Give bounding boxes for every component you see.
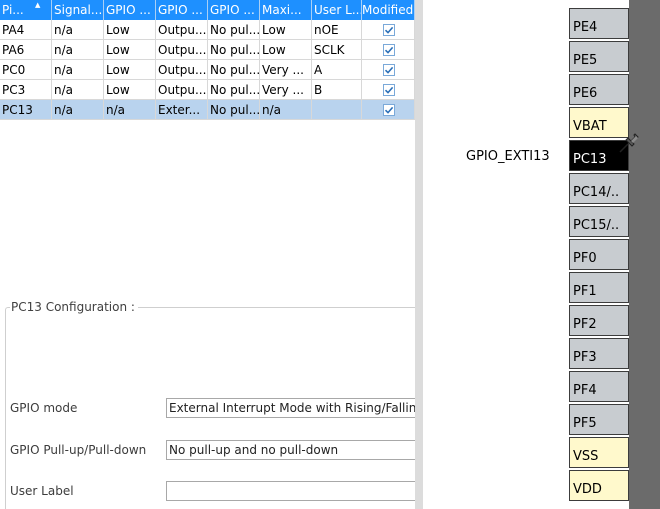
pushpin-icon: [619, 133, 639, 153]
pin-pe4[interactable]: PE4: [569, 8, 629, 39]
table-header: Pi... ▲ Signal... GPIO ... GPIO ... GPIO…: [0, 0, 415, 20]
column-header-pin[interactable]: Pi... ▲: [0, 0, 52, 20]
chip-body: [629, 0, 660, 509]
cell-modified: [362, 40, 415, 60]
cell-pin: PC3: [0, 80, 52, 100]
sort-ascending-icon: ▲: [35, 1, 41, 9]
column-header-signal[interactable]: Signal...: [52, 0, 104, 20]
cell-signal: n/a: [52, 20, 104, 40]
column-header-modified[interactable]: Modified: [362, 0, 415, 20]
pin-vss[interactable]: VSS: [569, 437, 629, 468]
cell-pull: No pul...: [208, 60, 260, 80]
pin-pf5[interactable]: PF5: [569, 404, 629, 435]
pin-vdd[interactable]: VDD: [569, 470, 629, 501]
cell-pull: No pul...: [208, 80, 260, 100]
cell-user-label: B: [312, 80, 362, 100]
pin-pf2[interactable]: PF2: [569, 305, 629, 336]
pin-pe6[interactable]: PE6: [569, 74, 629, 105]
cell-output-level: Low: [104, 60, 156, 80]
pin-pf1[interactable]: PF1: [569, 272, 629, 303]
cell-user-label: A: [312, 60, 362, 80]
cell-user-label: nOE: [312, 20, 362, 40]
column-header-gpio-mode[interactable]: GPIO ...: [156, 0, 208, 20]
column-header-gpio-output-level[interactable]: GPIO ...: [104, 0, 156, 20]
check-icon: [384, 66, 394, 74]
gpio-pull-label: GPIO Pull-up/Pull-down: [10, 443, 147, 457]
pin-pf4[interactable]: PF4: [569, 371, 629, 402]
cell-max-speed: Very ...: [260, 80, 312, 100]
modified-checkbox[interactable]: [383, 44, 395, 56]
pin-pc15[interactable]: PC15/..: [569, 206, 629, 237]
check-icon: [384, 46, 394, 54]
cell-user-label: [312, 100, 362, 120]
pin-pf3[interactable]: PF3: [569, 338, 629, 369]
check-icon: [384, 86, 394, 94]
cell-signal: n/a: [52, 80, 104, 100]
column-header-label: Pi...: [2, 3, 24, 17]
cell-mode: Outpu...: [156, 60, 208, 80]
cell-signal: n/a: [52, 100, 104, 120]
cell-mode: Outpu...: [156, 80, 208, 100]
gpio-pull-select[interactable]: No pull-up and no pull-down: [166, 440, 415, 460]
modified-checkbox[interactable]: [383, 84, 395, 96]
modified-checkbox[interactable]: [383, 64, 395, 76]
modified-checkbox[interactable]: [383, 24, 395, 36]
table-row[interactable]: PC0 n/a Low Outpu... No pul... Very ... …: [0, 60, 415, 80]
table-row[interactable]: PA4 n/a Low Outpu... No pul... Low nOE: [0, 20, 415, 40]
panel-splitter[interactable]: [415, 0, 423, 509]
cell-modified: [362, 20, 415, 40]
cell-pin: PA6: [0, 40, 52, 60]
cell-max-speed: Low: [260, 40, 312, 60]
cell-max-speed: n/a: [260, 100, 312, 120]
cell-mode: Exter...: [156, 100, 208, 120]
pin-pe5[interactable]: PE5: [569, 41, 629, 72]
gpio-mode-label: GPIO mode: [10, 401, 78, 415]
cell-pin: PC13: [0, 100, 52, 120]
check-icon: [384, 106, 394, 114]
cell-output-level: Low: [104, 20, 156, 40]
column-header-gpio-pull[interactable]: GPIO ...: [208, 0, 260, 20]
pin-pc14[interactable]: PC14/..: [569, 173, 629, 204]
cell-mode: Outpu...: [156, 40, 208, 60]
table-row[interactable]: PA6 n/a Low Outpu... No pul... Low SCLK: [0, 40, 415, 60]
cell-user-label: SCLK: [312, 40, 362, 60]
column-header-max-speed[interactable]: Maxi...: [260, 0, 312, 20]
cell-mode: Outpu...: [156, 20, 208, 40]
user-label-input[interactable]: [166, 481, 415, 501]
check-icon: [384, 26, 394, 34]
cell-signal: n/a: [52, 40, 104, 60]
gpio-mode-select[interactable]: External Interrupt Mode with Rising/Fall…: [166, 398, 415, 418]
cell-max-speed: Very ...: [260, 60, 312, 80]
cell-output-level: Low: [104, 40, 156, 60]
cell-pull: No pul...: [208, 40, 260, 60]
table-row[interactable]: PC3 n/a Low Outpu... No pul... Very ... …: [0, 80, 415, 100]
configuration-group-title: PC13 Configuration :: [10, 299, 138, 315]
column-header-user-label[interactable]: User L...: [312, 0, 362, 20]
cell-pin: PC0: [0, 60, 52, 80]
cell-output-level: n/a: [104, 100, 156, 120]
cell-output-level: Low: [104, 80, 156, 100]
user-label-label: User Label: [10, 484, 74, 498]
cell-signal: n/a: [52, 60, 104, 80]
modified-checkbox[interactable]: [383, 104, 395, 116]
cell-modified: [362, 100, 415, 120]
cell-max-speed: Low: [260, 20, 312, 40]
pin-configuration-panel: Pi... ▲ Signal... GPIO ... GPIO ... GPIO…: [0, 0, 415, 509]
cell-pin: PA4: [0, 20, 52, 40]
table-row-selected[interactable]: PC13 n/a n/a Exter... No pul... n/a: [0, 100, 415, 120]
pin-signal-label: GPIO_EXTI13: [466, 149, 550, 164]
cell-pull: No pul...: [208, 100, 260, 120]
cell-modified: [362, 80, 415, 100]
cell-pull: No pul...: [208, 20, 260, 40]
cell-modified: [362, 60, 415, 80]
pin-pf0[interactable]: PF0: [569, 239, 629, 270]
